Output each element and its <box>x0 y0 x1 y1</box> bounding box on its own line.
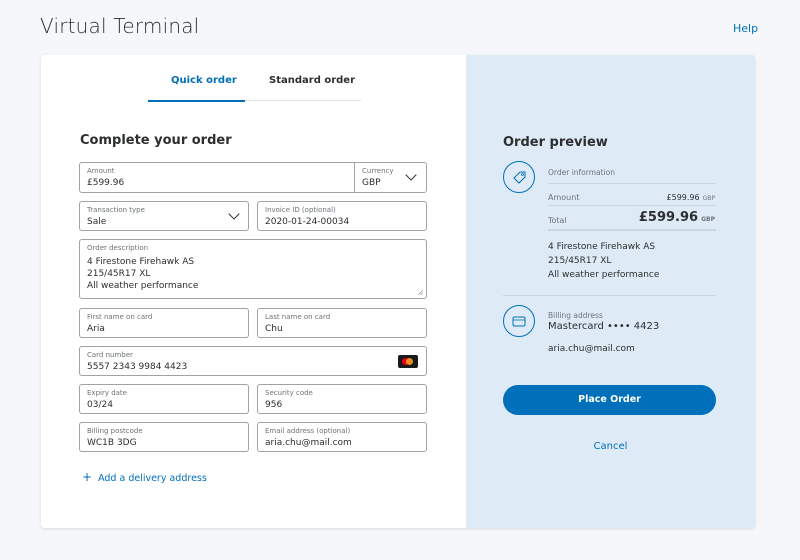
preview-description-line: All weather performance <box>548 270 660 280</box>
help-link[interactable]: Help <box>733 22 758 35</box>
preview-description-line: 4 Firestone Firehawk AS <box>548 242 656 252</box>
preview-email: aria.chu@mail.com <box>548 344 635 354</box>
section-divider <box>503 295 716 296</box>
mastercard-icon <box>398 355 418 368</box>
order-description-field[interactable]: Order description 4 Firestone Firehawk A… <box>79 239 427 299</box>
expiry-date-label: Expiry date <box>87 389 127 397</box>
form-section-title: Complete your order <box>80 133 232 148</box>
transaction-type-value: Sale <box>87 217 107 227</box>
email-label: Email address (optional) <box>265 427 351 435</box>
email-field[interactable]: Email address (optional) aria.chu@mail.c… <box>257 422 427 452</box>
preview-title: Order preview <box>503 135 608 150</box>
chevron-down-icon <box>405 169 417 181</box>
expiry-date-field[interactable]: Expiry date 03/24 <box>79 384 249 414</box>
first-name-field[interactable]: First name on card Aria <box>79 308 249 338</box>
billing-postcode-value: WC1B 3DG <box>87 438 137 448</box>
description-line: 4 Firestone Firehawk AS <box>87 257 195 267</box>
preview-total-label: Total <box>548 216 567 225</box>
order-description-value: 4 Firestone Firehawk AS 215/45R17 XL All… <box>87 256 198 292</box>
preview-total-currency: GBP <box>701 216 715 223</box>
billing-address-label: Billing address <box>548 311 603 320</box>
place-order-button[interactable]: Place Order <box>503 385 716 415</box>
preview-amount-value: £599.96 <box>666 193 700 202</box>
order-info-label: Order information <box>548 168 615 177</box>
virtual-terminal-card: Quick order Standard order Complete your… <box>41 55 755 528</box>
security-code-label: Security code <box>265 389 313 397</box>
card-number-field[interactable]: Card number 5557 2343 9984 4423 <box>79 346 427 376</box>
security-code-value: 956 <box>265 400 283 410</box>
page-title: Virtual Terminal <box>40 14 200 38</box>
tag-icon <box>503 161 535 193</box>
first-name-value: Aria <box>87 324 105 334</box>
transaction-type-select[interactable]: Transaction type Sale <box>79 201 249 231</box>
cancel-button[interactable]: Cancel <box>466 441 755 452</box>
security-code-field[interactable]: Security code 956 <box>257 384 427 414</box>
preview-description-line: 215/45R17 XL <box>548 256 612 266</box>
preview-total: £599.96 GBP <box>639 210 715 225</box>
description-line: 215/45R17 XL <box>87 269 151 279</box>
email-value: aria.chu@mail.com <box>265 438 352 448</box>
transaction-type-label: Transaction type <box>87 206 145 214</box>
tab-quick-order[interactable]: Quick order <box>171 75 237 86</box>
chevron-down-icon <box>228 208 240 220</box>
last-name-value: Chu <box>265 324 283 334</box>
add-delivery-label: Add a delivery address <box>98 473 207 484</box>
order-type-tabs: Quick order Standard order <box>148 55 361 102</box>
order-preview-panel: Order preview Order information Amount £… <box>466 55 755 528</box>
plus-icon: + <box>82 470 93 484</box>
currency-select[interactable]: Currency GBP <box>355 163 427 192</box>
billing-postcode-label: Billing postcode <box>87 427 143 435</box>
card-number-label: Card number <box>87 351 133 359</box>
card-number-value: 5557 2343 9984 4423 <box>87 362 188 372</box>
divider <box>548 183 716 184</box>
currency-value: GBP <box>362 178 381 188</box>
preview-amount: £599.96 GBP <box>667 193 715 202</box>
invoice-id-value: 2020-01-24-00034 <box>265 217 350 227</box>
preview-amount-label: Amount <box>548 193 580 202</box>
amount-value: £599.96 <box>87 178 125 188</box>
first-name-label: First name on card <box>87 313 153 321</box>
amount-field[interactable]: Amount £599.96 Currency GBP <box>79 162 427 193</box>
credit-card-icon <box>503 305 535 337</box>
resize-handle-icon[interactable] <box>417 289 423 295</box>
active-tab-indicator <box>148 100 245 102</box>
currency-label: Currency <box>362 167 394 175</box>
billing-postcode-field[interactable]: Billing postcode WC1B 3DG <box>79 422 249 452</box>
amount-label: Amount <box>87 167 115 175</box>
total-divider <box>548 229 716 231</box>
expiry-date-value: 03/24 <box>87 400 113 410</box>
add-delivery-address-link[interactable]: + Add a delivery address <box>82 470 207 484</box>
divider <box>548 205 716 206</box>
description-line: All weather performance <box>87 281 199 291</box>
last-name-label: Last name on card <box>265 313 331 321</box>
order-description-label: Order description <box>87 244 149 252</box>
preview-amount-currency: GBP <box>702 195 715 202</box>
invoice-id-label: Invoice ID (optional) <box>265 206 336 214</box>
tab-standard-order[interactable]: Standard order <box>269 75 355 86</box>
preview-total-value: £599.96 <box>638 210 699 225</box>
last-name-field[interactable]: Last name on card Chu <box>257 308 427 338</box>
invoice-id-field[interactable]: Invoice ID (optional) 2020-01-24-00034 <box>257 201 427 231</box>
card-summary: Mastercard •••• 4423 <box>548 321 660 332</box>
order-form-panel: Quick order Standard order Complete your… <box>41 55 466 528</box>
